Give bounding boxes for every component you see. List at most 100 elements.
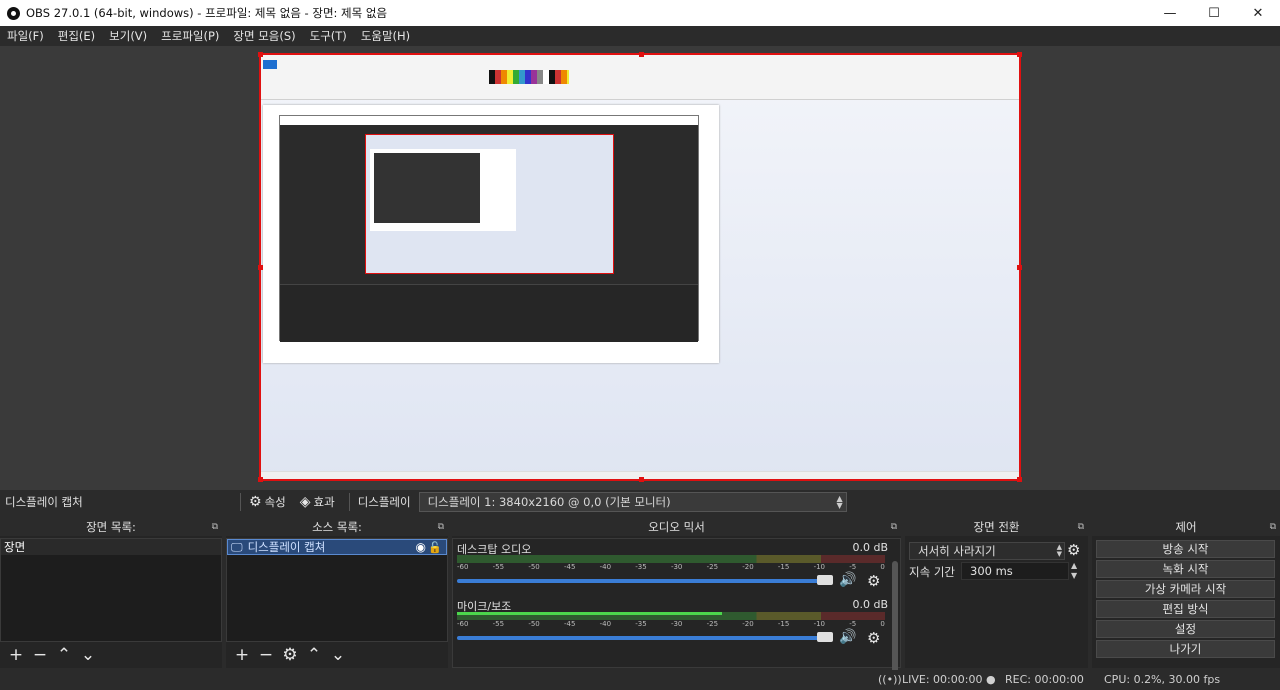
mixer-scrollbar[interactable] [892, 561, 898, 685]
move-down-icon[interactable]: ⌄ [76, 645, 100, 665]
broadcast-icon: ((•)) [878, 673, 902, 686]
resize-handle[interactable] [1017, 477, 1022, 482]
speaker-icon[interactable]: 🔊 [839, 572, 856, 588]
divider [240, 493, 241, 511]
settings-button[interactable]: 설정 [1096, 620, 1275, 638]
filters-label: 효과 [313, 495, 335, 509]
gear-icon[interactable]: ⚙ [867, 629, 880, 647]
add-source-icon[interactable]: + [230, 645, 254, 665]
menu-profile[interactable]: 프로파일(P) [154, 28, 226, 44]
preview-canvas[interactable] [258, 52, 1022, 482]
volume-fader[interactable] [457, 636, 827, 640]
sources-dock: 소스 목록: ⧉ 🖵 디스플레이 캡쳐 ◉ 🔓 + − ⚙ ⌃ ⌄ [226, 518, 448, 668]
resize-handle[interactable] [258, 477, 263, 482]
close-button[interactable]: ✕ [1236, 0, 1280, 26]
exit-button[interactable]: 나가기 [1096, 640, 1275, 658]
scenes-dock: 장면 목록: ⧉ 장면 + − ⌃ ⌄ [0, 518, 222, 668]
filters-button[interactable]: ◈ 효과 [300, 494, 335, 510]
scale-label: -40 [599, 563, 612, 571]
selected-source-name: 디스플레이 캡처 [5, 495, 83, 509]
chevron-updown-icon: ▲ ▼ [1056, 543, 1062, 558]
resize-handle[interactable] [639, 52, 644, 57]
menu-tools[interactable]: 도구(T) [303, 28, 354, 44]
menu-file[interactable]: 파일(F) [0, 28, 51, 44]
scale-label: -60 [457, 620, 469, 628]
volume-fader[interactable] [457, 579, 827, 583]
lock-icon[interactable]: 🔓 [428, 541, 442, 554]
title-bar: OBS 27.0.1 (64-bit, windows) - 프로파일: 제목 … [0, 0, 1280, 26]
duration-input[interactable]: 300 ms [961, 562, 1069, 580]
scene-item[interactable]: 장면 [1, 539, 221, 555]
resize-handle[interactable] [258, 265, 263, 270]
visibility-eye-icon[interactable]: ◉ [416, 540, 426, 554]
scale-label: -30 [670, 620, 683, 628]
preview-area[interactable] [0, 46, 1280, 490]
menu-help[interactable]: 도움말(H) [354, 28, 417, 44]
scale-label: -45 [563, 563, 576, 571]
filter-icon: ◈ [299, 494, 311, 510]
studio-mode-button[interactable]: 편집 방식 [1096, 600, 1275, 618]
menu-scene-collection[interactable]: 장면 모음(S) [226, 28, 302, 44]
float-dock-icon[interactable]: ⧉ [1270, 518, 1276, 536]
display-select[interactable]: 디스플레이 1: 3840x2160 @ 0,0 (기본 모니터) ▲ ▼ [418, 492, 847, 512]
source-settings-gear-icon[interactable]: ⚙ [278, 645, 302, 665]
meter-scale: -60 -55 -50 -45 -40 -35 -30 -25 -20 -15 -10 -5 0 [457, 563, 885, 573]
transitions-dock: 장면 전환 ⧉ 서서히 사라지기 ▲ ▼ ⚙ 지속 기간 300 ms ▲ ▼ [905, 518, 1088, 668]
move-down-icon[interactable]: ⌄ [326, 645, 350, 665]
start-virtual-camera-button[interactable]: 가상 카메라 시작 [1096, 580, 1275, 598]
menu-view[interactable]: 보기(V) [102, 28, 154, 44]
window-title: OBS 27.0.1 (64-bit, windows) - 프로파일: 제목 … [26, 6, 388, 20]
resize-handle[interactable] [1017, 52, 1022, 57]
scale-label: 0 [880, 563, 885, 571]
resize-handle[interactable] [258, 52, 263, 57]
scale-label: -10 [813, 620, 825, 628]
scale-label: -10 [813, 563, 825, 571]
transition-select[interactable]: 서서히 사라지기 ▲ ▼ [909, 542, 1065, 560]
scale-label: -50 [528, 563, 540, 571]
audio-track-mic: 마이크/보조 0.0 dB -60 -55 -50 -45 -40 -35 -30 -25 -2… [457, 598, 890, 652]
controls-title: 제어 [1175, 520, 1197, 534]
chevron-updown-icon: ▲ ▼ [836, 494, 843, 510]
source-toolbar: 디스플레이 캡처 ⚙ 속성 ◈ 효과 디스플레이 디스플레이 1: 3840x2… [0, 490, 1280, 514]
properties-button[interactable]: ⚙ 속성 [249, 494, 286, 510]
move-up-icon[interactable]: ⌃ [302, 645, 326, 665]
source-item[interactable]: 🖵 디스플레이 캡쳐 ◉ 🔓 [227, 539, 447, 555]
scale-label: -15 [777, 620, 790, 628]
scale-label: 0 [880, 620, 885, 628]
resize-handle[interactable] [639, 477, 644, 482]
captured-paint-canvas [263, 105, 719, 363]
gear-icon[interactable]: ⚙ [1067, 541, 1080, 559]
remove-source-icon[interactable]: − [254, 645, 278, 665]
speaker-icon[interactable]: 🔊 [839, 629, 856, 645]
scale-label: -25 [706, 563, 719, 571]
float-dock-icon[interactable]: ⧉ [891, 518, 897, 536]
cpu-fps: CPU: 0.2%, 30.00 fps [1104, 673, 1221, 686]
add-scene-icon[interactable]: + [4, 645, 28, 665]
minimize-button[interactable]: — [1148, 0, 1192, 26]
display-label: 디스플레이 [357, 495, 411, 509]
mixer-title: 오디오 믹서 [648, 520, 705, 534]
gear-icon[interactable]: ⚙ [867, 572, 880, 590]
rec-timer: REC: 00:00:00 [1005, 673, 1084, 686]
captured-ribbon [261, 55, 1019, 100]
float-dock-icon[interactable]: ⧉ [438, 518, 444, 536]
move-up-icon[interactable]: ⌃ [52, 645, 76, 665]
scale-label: -35 [635, 563, 647, 571]
start-recording-button[interactable]: 녹화 시작 [1096, 560, 1275, 578]
volume-fader-handle[interactable] [817, 632, 833, 642]
gear-icon: ⚙ [249, 494, 262, 510]
duration-spinner-icon[interactable]: ▲ ▼ [1071, 561, 1077, 581]
resize-handle[interactable] [1017, 265, 1022, 270]
remove-scene-icon[interactable]: − [28, 645, 52, 665]
maximize-button[interactable]: ☐ [1192, 0, 1236, 26]
volume-fader-handle[interactable] [817, 575, 833, 585]
menu-edit[interactable]: 편집(E) [51, 28, 102, 44]
obs-logo-icon [7, 6, 20, 20]
scale-label: -15 [777, 563, 790, 571]
scale-label: -40 [599, 620, 612, 628]
start-streaming-button[interactable]: 방송 시작 [1096, 540, 1275, 558]
float-dock-icon[interactable]: ⧉ [1078, 518, 1084, 536]
float-dock-icon[interactable]: ⧉ [212, 518, 218, 536]
transitions-title: 장면 전환 [973, 520, 1020, 534]
menu-bar: 파일(F) 편집(E) 보기(V) 프로파일(P) 장면 모음(S) 도구(T)… [0, 26, 1280, 46]
